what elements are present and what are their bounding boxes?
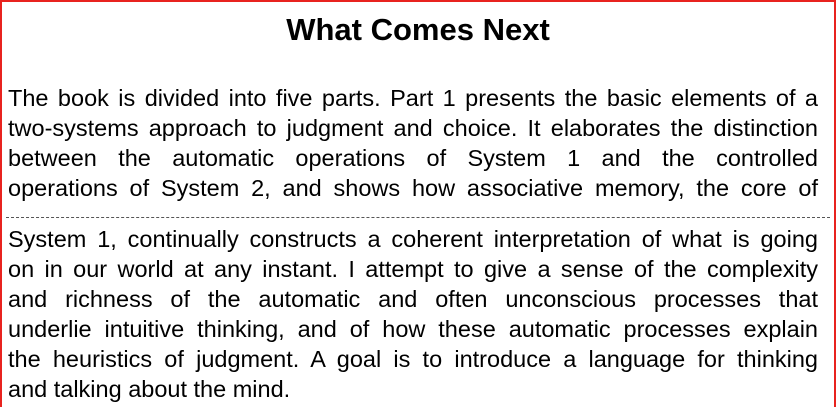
page-frame: What Comes Next The book is divided into… [0,0,836,407]
text-line: between the automatic operations of Syst… [8,145,818,171]
paragraph-bottom: System 1, continually constructs a coher… [8,224,818,404]
text-line: two-systems approach to judgment and cho… [8,115,818,141]
page-break-divider [6,217,830,218]
text-line: and talking about the mind. [8,376,291,402]
text-line: System 1, continually constructs a coher… [8,226,818,252]
text-line: underlie intuitive thinking, and of how … [8,316,818,342]
text-line: The book is divided into five parts. Par… [8,85,818,111]
page-title: What Comes Next [286,12,550,47]
text-line: on in our world at any instant. I attemp… [8,256,818,282]
text-line: the heuristics of judgment. A goal is to… [8,346,818,372]
paragraph-top: The book is divided into five parts. Par… [8,83,818,203]
text-line: operations of System 2, and shows how as… [8,175,818,201]
text-line: and richness of the automatic and often … [8,286,818,312]
